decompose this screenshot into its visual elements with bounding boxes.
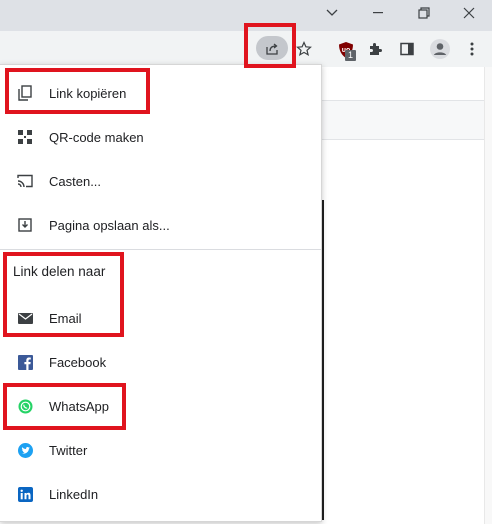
avatar-icon	[430, 39, 450, 59]
share-menu: Link kopiëren QR-code maken Casten... Pa…	[0, 64, 322, 522]
share-email-item[interactable]: Email	[0, 296, 321, 340]
twitter-label: Twitter	[49, 442, 88, 458]
save-page-item[interactable]: Pagina opslaan als...	[0, 203, 321, 247]
address-bar[interactable]	[0, 34, 290, 64]
copy-link-label: Link kopiëren	[49, 85, 127, 101]
browser-menu-button[interactable]	[464, 40, 480, 58]
puzzle-icon	[370, 43, 382, 55]
share-icon	[262, 40, 282, 58]
close-window-button[interactable]	[446, 0, 492, 25]
copy-icon	[17, 85, 33, 101]
copy-link-item[interactable]: Link kopiëren	[0, 71, 321, 115]
menu-divider	[0, 249, 321, 250]
close-icon	[463, 7, 475, 18]
title-bar	[0, 0, 492, 31]
email-label: Email	[49, 310, 82, 326]
page-header-strip	[322, 100, 492, 140]
whatsapp-icon	[17, 398, 33, 414]
linkedin-icon	[17, 486, 33, 502]
page-scrollbar[interactable]	[484, 67, 492, 524]
tab-search-button[interactable]	[309, 0, 355, 25]
side-panel-icon	[400, 42, 414, 56]
share-whatsapp-item[interactable]: WhatsApp	[0, 384, 321, 428]
email-icon	[17, 310, 33, 326]
linkedin-label: LinkedIn	[49, 486, 99, 502]
ublock-extension-button[interactable]: uo 1	[334, 38, 358, 62]
minimize-button[interactable]	[355, 0, 401, 25]
cast-label: Casten...	[49, 173, 102, 189]
restore-button[interactable]	[401, 0, 447, 25]
cast-item[interactable]: Casten...	[0, 159, 321, 203]
share-facebook-item[interactable]: Facebook	[0, 340, 321, 384]
extensions-button[interactable]	[366, 40, 384, 58]
share-linkedin-item[interactable]: LinkedIn	[0, 472, 321, 516]
side-panel-button[interactable]	[398, 40, 416, 58]
restore-icon	[418, 6, 430, 19]
bookmark-star-button[interactable]	[295, 40, 313, 58]
browser-toolbar: uo 1	[0, 31, 492, 67]
download-icon	[17, 217, 33, 233]
facebook-label: Facebook	[49, 354, 107, 370]
share-twitter-item[interactable]: Twitter	[0, 428, 321, 472]
qr-code-item[interactable]: QR-code maken	[0, 115, 321, 159]
star-icon	[296, 41, 312, 57]
minimize-icon	[373, 11, 383, 13]
qr-code-label: QR-code maken	[49, 129, 144, 145]
twitter-icon	[17, 442, 33, 458]
share-section-label: Link delen naar	[13, 264, 106, 279]
facebook-icon	[17, 354, 33, 370]
whatsapp-label: WhatsApp	[49, 398, 109, 414]
more-vertical-icon	[470, 42, 474, 56]
profile-button[interactable]	[428, 37, 452, 61]
chevron-down-icon	[326, 9, 338, 16]
cast-icon	[17, 173, 33, 189]
extension-badge: 1	[345, 50, 356, 61]
save-page-label: Pagina opslaan als...	[49, 217, 170, 233]
qr-code-icon	[17, 129, 33, 145]
